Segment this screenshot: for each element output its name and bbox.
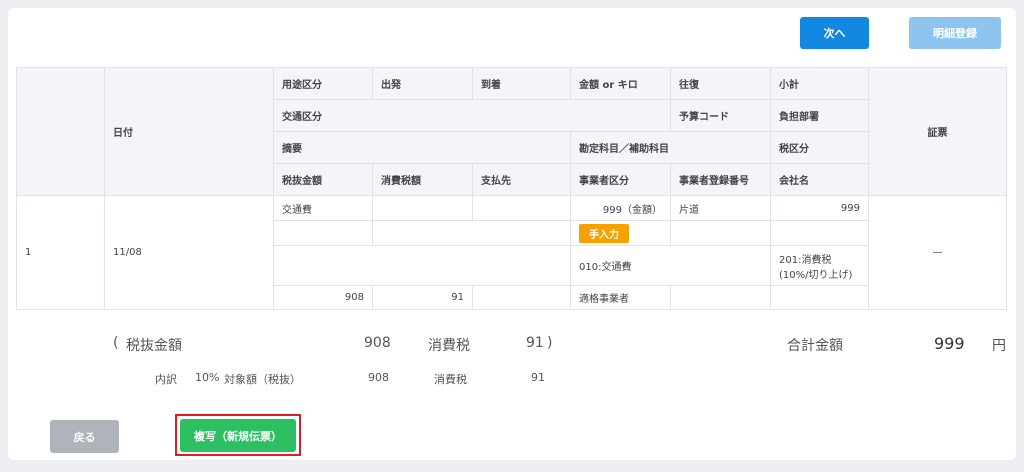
summary-currency: 円: [992, 338, 1006, 354]
header-arrival: 到着: [472, 67, 571, 100]
header-purpose: 用途区分: [273, 67, 373, 100]
row-budget-code: [670, 220, 771, 246]
summary-open-paren: (: [113, 335, 119, 351]
row-receipt: —: [868, 195, 1007, 310]
row-date: 11/08: [104, 195, 274, 310]
header-payee: 支払先: [472, 163, 571, 196]
summary-tax-value: 91: [526, 335, 544, 351]
header-transport: 交通区分: [273, 99, 671, 132]
manual-input-badge: 手入力: [579, 223, 629, 243]
row-amount: 999（金額）: [570, 195, 671, 221]
row-arrival: [472, 195, 571, 221]
row-tax-category: 201:消費税(10%/切り上げ): [770, 245, 869, 286]
row-biz-reg-no: [670, 285, 771, 310]
breakdown-target-label: 対象額（税抜）: [224, 373, 301, 386]
breakdown-tax-label: 消費税: [434, 373, 467, 386]
row-subtotal: 999: [770, 195, 869, 221]
header-summary: 摘要: [273, 131, 571, 164]
header-pretax: 税抜金額: [273, 163, 373, 196]
row-department: [770, 220, 869, 246]
row-transport-cell-1: [273, 220, 373, 246]
header-row-number: [16, 67, 105, 196]
header-subtotal: 小計: [770, 67, 869, 100]
header-receipt: 証票: [868, 67, 1007, 196]
row-company: [770, 285, 869, 310]
header-department: 負担部署: [770, 99, 869, 132]
back-button[interactable]: 戻る: [50, 420, 119, 453]
row-transport-cell-2: [372, 220, 571, 246]
header-biz-category: 事業者区分: [570, 163, 671, 196]
row-transport-badge-cell: 手入力: [570, 220, 671, 246]
row-pretax: 908: [273, 285, 373, 310]
next-button[interactable]: 次へ: [800, 17, 869, 49]
row-account: 010:交通費: [570, 245, 771, 286]
header-consumption-tax: 消費税額: [372, 163, 473, 196]
row-summary: [273, 245, 571, 286]
row-consumption-tax: 91: [372, 285, 473, 310]
summary-total-value: 999: [934, 334, 965, 353]
breakdown-rate: 10%: [195, 371, 220, 384]
summary-total-label: 合計金額: [787, 338, 843, 354]
header-date: 日付: [104, 67, 274, 196]
header-biz-reg-no: 事業者登録番号: [670, 163, 771, 196]
expense-detail-table: 日付 用途区分 出発 到着 金額 or キロ 往復 小計 証票 交通区分 予算コ…: [16, 67, 1007, 310]
summary-tax-label: 消費税: [428, 338, 470, 354]
breakdown-label: 内訳: [155, 373, 177, 386]
row-payee: [472, 285, 571, 310]
header-departure: 出発: [372, 67, 473, 100]
summary-pretax-label: 税抜金額: [126, 338, 182, 354]
header-amount-or-km: 金額 or キロ: [570, 67, 671, 100]
header-round-trip: 往復: [670, 67, 771, 100]
breakdown-target-value: 908: [368, 371, 389, 384]
summary-close-paren: ): [547, 335, 553, 351]
header-tax-category: 税区分: [770, 131, 869, 164]
row-number: 1: [16, 195, 105, 310]
row-departure: [372, 195, 473, 221]
breakdown-tax-value: 91: [531, 371, 545, 384]
row-purpose: 交通費: [273, 195, 373, 221]
register-details-button[interactable]: 明細登録: [909, 17, 1001, 49]
summary-pretax-value: 908: [364, 335, 391, 351]
row-biz-category: 適格事業者: [570, 285, 671, 310]
row-round-trip: 片道: [670, 195, 771, 221]
header-budget-code: 予算コード: [670, 99, 771, 132]
copy-new-slip-button[interactable]: 複写（新規伝票）: [180, 419, 296, 452]
header-company: 会社名: [770, 163, 869, 196]
header-account: 勘定科目／補助科目: [570, 131, 771, 164]
